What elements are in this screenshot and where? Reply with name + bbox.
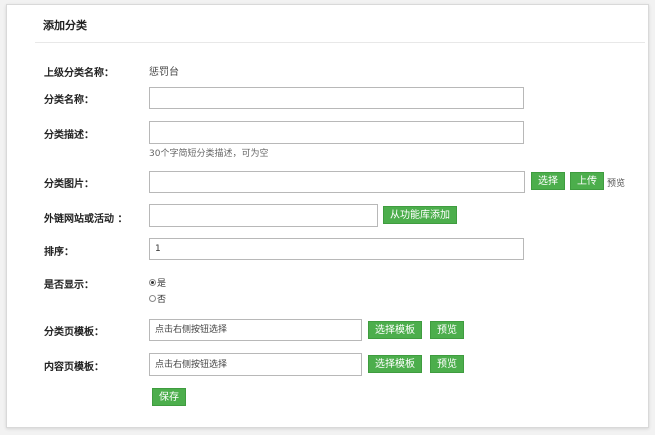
- preview-category-template-button[interactable]: 预览: [430, 321, 464, 339]
- parent-category-value: 惩罚台: [149, 67, 179, 78]
- category-name-input[interactable]: [149, 87, 524, 109]
- category-template-input[interactable]: [149, 319, 362, 341]
- page-title: 添加分类: [43, 19, 87, 32]
- category-name-label: 分类名称：: [44, 95, 94, 106]
- category-description-input[interactable]: [149, 121, 524, 144]
- category-image-label: 分类图片：: [44, 179, 94, 190]
- upload-image-button[interactable]: 上传: [570, 172, 604, 190]
- preview-image-link[interactable]: 预览: [607, 176, 625, 189]
- visible-label: 是否显示：: [44, 280, 94, 291]
- description-hint: 30个字简短分类描述，可为空: [149, 149, 269, 159]
- category-template-label: 分类页模板：: [44, 327, 104, 338]
- radio-no-label: 否: [157, 295, 167, 305]
- content-template-label: 内容页模板：: [44, 362, 104, 373]
- save-button[interactable]: 保存: [152, 388, 186, 406]
- add-category-panel: 添加分类 上级分类名称： 惩罚台 分类名称： 分类描述： 30个字简短分类描述，…: [6, 4, 649, 428]
- category-description-label: 分类描述：: [44, 130, 94, 141]
- radio-yes[interactable]: [149, 279, 156, 286]
- visible-option-yes[interactable]: 是: [149, 276, 166, 289]
- visible-option-no[interactable]: 否: [149, 292, 166, 305]
- parent-category-label: 上级分类名称：: [44, 68, 114, 79]
- external-link-input[interactable]: [149, 204, 378, 227]
- title-divider: [35, 42, 645, 43]
- add-from-library-button[interactable]: 从功能库添加: [383, 206, 457, 224]
- select-image-button[interactable]: 选择: [531, 172, 565, 190]
- preview-content-template-button[interactable]: 预览: [430, 355, 464, 373]
- radio-no[interactable]: [149, 295, 156, 302]
- sort-input[interactable]: [149, 238, 524, 260]
- select-category-template-button[interactable]: 选择模板: [368, 321, 422, 339]
- content-template-input[interactable]: [149, 353, 362, 376]
- radio-yes-label: 是: [157, 279, 167, 289]
- category-image-input[interactable]: [149, 171, 525, 193]
- external-link-label: 外链网站或活动 ：: [44, 214, 128, 225]
- select-content-template-button[interactable]: 选择模板: [368, 355, 422, 373]
- sort-label: 排序：: [44, 247, 74, 258]
